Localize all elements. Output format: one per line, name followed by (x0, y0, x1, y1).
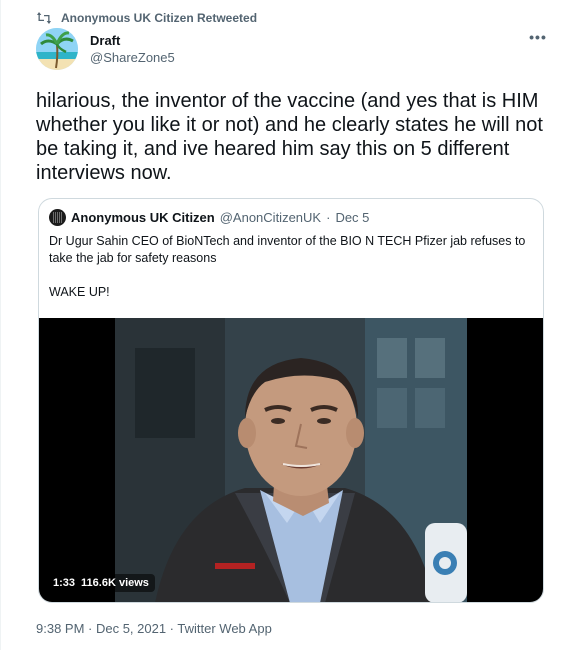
video-stats: 1:33 116.6K views (47, 574, 155, 592)
column-divider (0, 0, 1, 650)
video-player[interactable]: 1:33 116.6K views (39, 318, 543, 602)
author-display-name[interactable]: Draft (90, 34, 175, 48)
palm-beach-avatar[interactable] (36, 28, 78, 70)
more-icon: ••• (529, 29, 547, 45)
tweet-page: Anonymous UK Citizen Retweeted Draft @Sh… (0, 0, 584, 650)
tweet-author[interactable]: Draft @ShareZone5 (36, 28, 175, 70)
tweet-timestamp[interactable]: 9:38 PM · Dec 5, 2021 · Twitter Web App (36, 621, 272, 636)
quoted-author-avatar[interactable] (49, 209, 66, 226)
tweet-text: hilarious, the inventor of the vaccine (… (36, 90, 543, 184)
retweet-banner[interactable]: Anonymous UK Citizen Retweeted (36, 10, 257, 26)
retweet-banner-text: Anonymous UK Citizen Retweeted (61, 11, 258, 25)
video-duration: 1:33 (53, 577, 76, 589)
quoted-separator: · (326, 210, 331, 225)
author-handle[interactable]: @ShareZone5 (90, 51, 175, 65)
quoted-tweet-body: Dr Ugur Sahin CEO of BioNTech and invent… (49, 233, 529, 301)
author-name-block: Draft @ShareZone5 (90, 34, 175, 65)
more-options-button[interactable]: ••• (528, 29, 548, 45)
video-views: 116.6K views (81, 577, 149, 589)
quoted-date[interactable]: Dec 5 (335, 210, 369, 225)
quoted-tweet-header: Anonymous UK Citizen @AnonCitizenUK · De… (49, 209, 369, 226)
video-thumbnail (115, 318, 467, 602)
quoted-tweet-card[interactable]: Anonymous UK Citizen @AnonCitizenUK · De… (38, 198, 544, 603)
quoted-author-handle[interactable]: @AnonCitizenUK (220, 210, 321, 225)
quoted-body-paragraph: Dr Ugur Sahin CEO of BioNTech and invent… (49, 234, 526, 265)
retweet-icon (36, 11, 52, 25)
quoted-body-wake-up: WAKE UP! (49, 285, 110, 299)
quoted-author-name[interactable]: Anonymous UK Citizen (71, 210, 215, 225)
